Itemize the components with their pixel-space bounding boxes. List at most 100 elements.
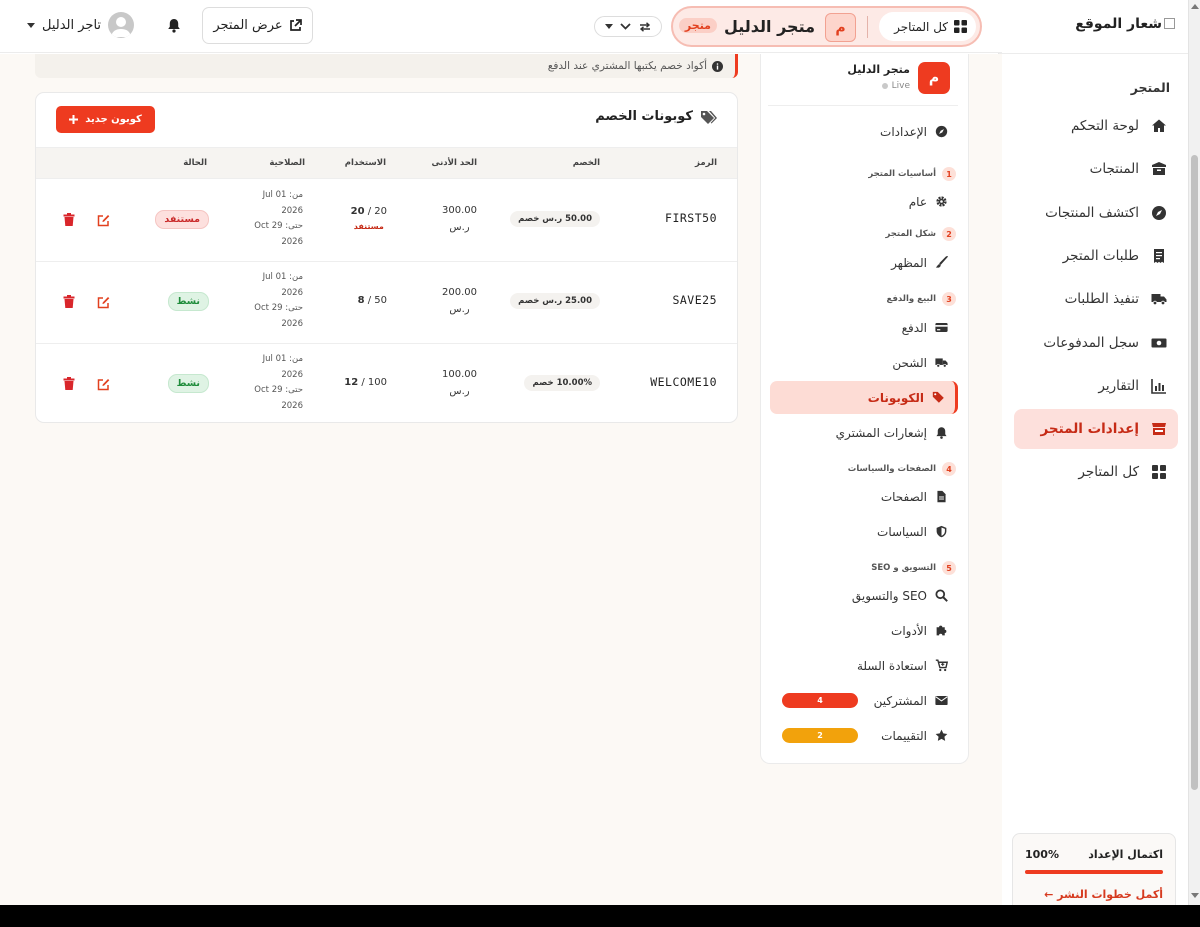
file-icon bbox=[935, 490, 948, 503]
sidebar-item-label: طلبات المتجر bbox=[1062, 247, 1139, 264]
valid-from: من: 01 Jul bbox=[262, 354, 303, 364]
settings-item-14[interactable]: SEO والتسويق bbox=[770, 579, 958, 612]
sidebar-item-8[interactable]: كل المتاجر bbox=[1014, 452, 1178, 492]
envelope-icon bbox=[935, 694, 948, 707]
store-avatar: م bbox=[825, 13, 856, 42]
usage: 8 / 50 bbox=[357, 295, 387, 306]
main-sidebar: شعار الموقع المتجر لوحة التحكم المنتجات اك… bbox=[998, 0, 1188, 917]
settings-item-9[interactable]: إشعارات المشتري bbox=[770, 416, 958, 449]
settings-item-6[interactable]: الدفع bbox=[770, 311, 958, 344]
settings-item-label: استعادة السلة bbox=[856, 658, 927, 673]
settings-item-17[interactable]: المشتركين 4 bbox=[770, 684, 958, 717]
discount-badge: 25.00 ر.س خصم bbox=[510, 293, 600, 309]
puzzle-icon bbox=[935, 624, 948, 637]
settings-group-4: 4 الصفحات والسياسات bbox=[848, 462, 956, 476]
card-title: كوبونات الخصم bbox=[595, 109, 717, 124]
sidebar-item-1[interactable]: المنتجات bbox=[1014, 149, 1178, 189]
user-menu[interactable]: تاجر الدليل bbox=[27, 12, 135, 38]
main-content: أكواد خصم يكتبها المشتري عند الدفع كوبون… bbox=[0, 54, 1002, 905]
settings-item-7[interactable]: الشحن bbox=[770, 346, 958, 379]
complete-steps-link[interactable]: أكمل خطوات النشر ← bbox=[1025, 888, 1163, 901]
sidebar-item-7[interactable]: إعدادات المتجر bbox=[1014, 409, 1178, 450]
valid-to: حتى: 29 Oct bbox=[254, 221, 303, 231]
settings-group-1: 1 أساسيات المتجر bbox=[868, 167, 956, 181]
group-number: 4 bbox=[942, 462, 956, 476]
usage-limit: 100 bbox=[367, 377, 387, 388]
settings-item-11[interactable]: الصفحات bbox=[770, 480, 958, 513]
discount-badge: 50.00 ر.س خصم bbox=[510, 211, 600, 227]
star-icon bbox=[935, 729, 948, 742]
sidebar-item-0[interactable]: لوحة التحكم bbox=[1014, 106, 1178, 146]
col-min: الحد الأدنى bbox=[431, 158, 478, 168]
sidebar-item-4[interactable]: تنفيذ الطلبات bbox=[1014, 279, 1178, 319]
scroll-thumb[interactable] bbox=[1191, 155, 1198, 790]
all-stores-label: كل المتاجر bbox=[894, 19, 948, 34]
settings-item-8[interactable]: الكوبونات bbox=[770, 381, 958, 414]
brush-icon bbox=[935, 256, 948, 269]
valid-from-year: 2026 bbox=[281, 205, 303, 216]
store-status-text: Live bbox=[891, 81, 910, 91]
settings-item-16[interactable]: استعادة السلة bbox=[770, 649, 958, 682]
col-usage: الاستخدام bbox=[344, 158, 386, 168]
site-logo[interactable]: شعار الموقع bbox=[1075, 16, 1175, 32]
info-banner: أكواد خصم يكتبها المشتري عند الدفع bbox=[35, 54, 738, 78]
truck-icon bbox=[935, 356, 948, 369]
status-badge: نشط bbox=[167, 292, 209, 311]
min-amount-value: 200.00 bbox=[442, 287, 477, 298]
box-icon bbox=[1151, 161, 1167, 177]
gear-icon bbox=[935, 195, 948, 208]
sidebar-item-6[interactable]: التقارير bbox=[1014, 366, 1178, 406]
settings-item-12[interactable]: السياسات bbox=[770, 515, 958, 548]
chart-icon bbox=[1151, 378, 1167, 394]
discount-badge: 10.00% خصم bbox=[524, 375, 600, 391]
delete-icon[interactable] bbox=[62, 295, 75, 308]
usage: 20 / 20 مستنفد bbox=[351, 204, 387, 234]
settings-item-15[interactable]: الأدوات bbox=[770, 614, 958, 647]
compass-icon bbox=[1151, 205, 1167, 221]
edit-icon[interactable] bbox=[97, 378, 110, 391]
notifications-bell-icon[interactable] bbox=[167, 18, 183, 34]
sidebar-item-label: المنتجات bbox=[1089, 161, 1139, 178]
compass-icon bbox=[935, 125, 948, 138]
delete-icon[interactable] bbox=[62, 377, 75, 390]
settings-item-4[interactable]: المظهر bbox=[770, 246, 958, 279]
new-coupon-button[interactable]: كوبون جديد bbox=[56, 106, 155, 133]
settings-item-2[interactable]: عام bbox=[770, 185, 958, 218]
pill-divider bbox=[867, 16, 868, 38]
user-avatar bbox=[108, 12, 135, 38]
page-scrollbar[interactable] bbox=[1188, 0, 1200, 905]
settings-group-3: 3 البيع والدفع bbox=[887, 292, 956, 306]
settings-item-0[interactable]: الإعدادات bbox=[770, 115, 958, 148]
group-label: التسويق و SEO bbox=[871, 563, 936, 573]
grid-icon bbox=[1151, 464, 1167, 480]
store-status: Live bbox=[881, 81, 910, 91]
scroll-up-arrow[interactable] bbox=[1191, 4, 1199, 9]
min-amount: 100.00 ر.س bbox=[442, 366, 477, 400]
sidebar-item-5[interactable]: سجل المدفوعات bbox=[1014, 323, 1178, 363]
tags-icon bbox=[932, 391, 945, 404]
settings-item-label: SEO والتسويق bbox=[851, 588, 927, 603]
count-badge: 4 bbox=[782, 693, 858, 708]
card-title-text: كوبونات الخصم bbox=[595, 109, 693, 124]
settings-item-18[interactable]: التقييمات 2 bbox=[770, 719, 958, 752]
home-icon bbox=[1151, 118, 1167, 134]
sidebar-item-2[interactable]: اكتشف المنتجات bbox=[1014, 193, 1178, 233]
sidebar-item-3[interactable]: طلبات المتجر bbox=[1014, 236, 1178, 276]
broken-image-icon bbox=[1164, 18, 1175, 29]
usage: 12 / 100 bbox=[344, 377, 387, 388]
view-store-button[interactable]: عرض المتجر bbox=[202, 7, 313, 44]
store-switch-dropdown[interactable] bbox=[594, 16, 662, 37]
bottom-black-bar bbox=[0, 905, 1200, 927]
col-validity: الصلاحية bbox=[269, 158, 305, 168]
edit-icon[interactable] bbox=[97, 214, 110, 227]
coupon-row: WELCOME10 10.00% خصم 100.00 ر.س 12 / 100 من: … bbox=[36, 344, 737, 422]
coupon-row: SAVE25 25.00 ر.س خصم 200.00 ر.س 8 / 50 من: 01… bbox=[36, 262, 737, 344]
edit-icon[interactable] bbox=[97, 296, 110, 309]
sidebar-item-label: إعدادات المتجر bbox=[1040, 421, 1139, 438]
valid-from-year: 2026 bbox=[281, 287, 303, 298]
validity: من: 01 Jul 2026 حتى: 29 Oct 2026 bbox=[254, 352, 303, 414]
scroll-down-arrow[interactable] bbox=[1191, 893, 1199, 898]
sidebar-item-label: سجل المدفوعات bbox=[1043, 334, 1139, 351]
all-stores-button[interactable]: كل المتاجر bbox=[879, 12, 976, 41]
delete-icon[interactable] bbox=[62, 213, 75, 226]
